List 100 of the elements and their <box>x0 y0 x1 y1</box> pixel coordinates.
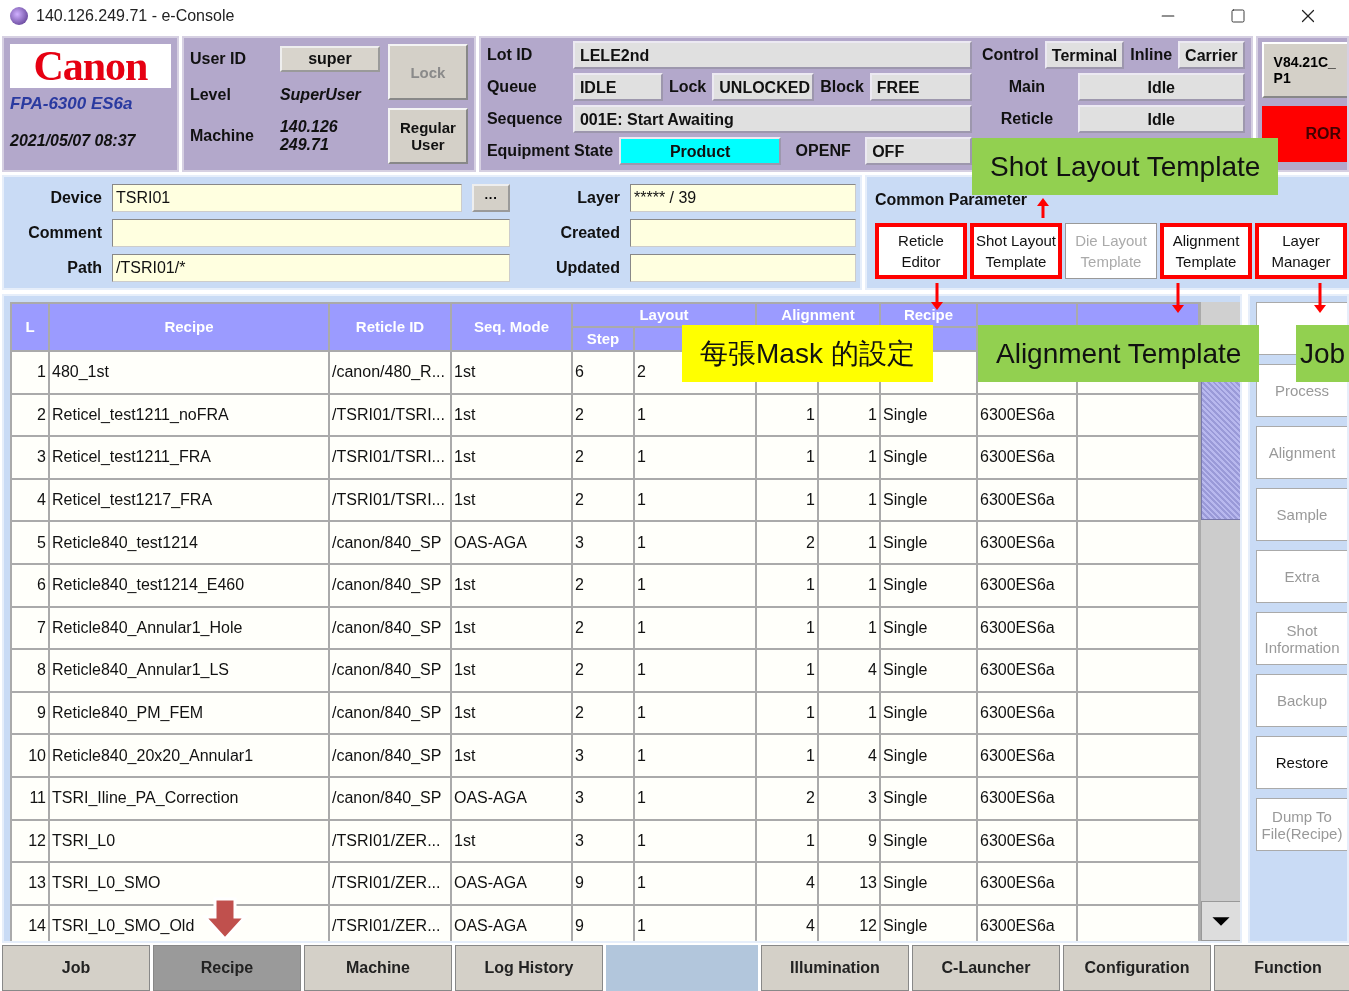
column-header: L <box>11 303 49 351</box>
table-cell: 3 <box>572 734 634 777</box>
table-cell: 6 <box>11 563 49 607</box>
table-cell: 6300ES6a <box>977 606 1077 650</box>
table-cell: 12 <box>11 819 49 863</box>
column-header: Reticle ID <box>329 303 451 351</box>
field-label: Comment <box>27 223 102 242</box>
table-cell: 11 <box>11 776 49 820</box>
table-cell: TSRI_Iline_PA_Correction <box>49 776 329 820</box>
table-cell: 13 <box>11 862 49 905</box>
table-cell: 6300ES6a <box>977 819 1077 863</box>
table-cell: /canon/840_SP <box>329 521 451 564</box>
table-cell: 1 <box>634 904 756 941</box>
table-cell: 6300ES6a <box>977 691 1077 735</box>
table-cell: 13 <box>818 862 880 905</box>
table-cell: Single <box>880 904 977 941</box>
annotation-tooltip: Shot Layout Template <box>972 138 1279 195</box>
table-cell: 1 <box>818 691 880 735</box>
field-label: Lot ID <box>486 46 533 63</box>
table-cell: 2 <box>572 478 634 522</box>
field-label: Device <box>49 188 102 207</box>
table-cell: 1 <box>634 436 756 479</box>
field-value: Idle <box>1077 73 1245 101</box>
table-cell: 1 <box>756 478 818 522</box>
field-label: Equipment State <box>486 142 614 160</box>
table-cell: 2 <box>572 563 634 607</box>
model-name: FPA-6300 ES6a <box>10 94 134 114</box>
table-cell: 8 <box>11 649 49 692</box>
field-label: Updated <box>555 258 620 277</box>
table-cell: 1 <box>756 563 818 607</box>
table-cell: 5 <box>11 521 49 564</box>
table-cell: Reticle840_test1214_E460 <box>49 563 329 607</box>
table-cell: /TSRI01/ZER... <box>329 819 451 863</box>
table-cell: 6300ES6a <box>977 904 1077 941</box>
table-cell: 6300ES6a <box>977 563 1077 607</box>
field-value: super <box>279 46 380 72</box>
table-cell: Reticel_test1211_FRA <box>49 436 329 479</box>
control-mode: Inline <box>1130 46 1173 64</box>
table-cell: 12 <box>818 904 880 941</box>
table-cell: 1st <box>451 819 572 863</box>
table-cell: 3 <box>572 819 634 863</box>
table-cell: Reticle840_20x20_Annular1 <box>49 734 329 777</box>
table-cell: TSRI_L0_SMO <box>49 862 329 905</box>
table-cell: Reticle840_test1214 <box>49 521 329 564</box>
column-header: Seq. Mode <box>451 303 572 351</box>
table-cell: 2 <box>572 649 634 692</box>
table-cell: Reticel_test1217_FRA <box>49 478 329 522</box>
table-cell: /canon/840_SP <box>329 649 451 692</box>
table-cell: 2 <box>572 436 634 479</box>
field-label: Path <box>66 258 102 277</box>
table-cell: Single <box>880 776 977 820</box>
table-cell: 1 <box>818 521 880 564</box>
field-label: Block <box>820 78 864 96</box>
table-cell: /TSRI01/TSRI... <box>329 393 451 437</box>
logo: Canon <box>10 44 171 88</box>
state-value: Product <box>619 137 782 165</box>
table-cell: 1st <box>451 563 572 607</box>
field-value: OFF <box>865 137 972 165</box>
table-cell: /canon/480_R... <box>329 351 451 394</box>
table-cell: /canon/840_SP <box>329 606 451 650</box>
table-cell: 4 <box>11 478 49 522</box>
table-cell: 1 <box>756 819 818 863</box>
field-label: Control <box>981 46 1039 64</box>
table-cell: OAS-AGA <box>451 776 572 820</box>
table-cell: 1 <box>818 563 880 607</box>
table-cell: 3 <box>572 521 634 564</box>
column-header: Recipe <box>49 303 329 351</box>
table-cell: 6300ES6a <box>977 862 1077 905</box>
table-cell: 6300ES6a <box>977 436 1077 479</box>
table-cell: 6300ES6a <box>977 649 1077 692</box>
field-label: Queue <box>486 78 538 96</box>
table-cell: 1 <box>634 478 756 522</box>
field-label: Layer <box>576 188 620 207</box>
table-cell: 9 <box>572 904 634 941</box>
table-cell: Single <box>880 478 977 522</box>
table-cell: 1st <box>451 734 572 777</box>
table-cell: 1 <box>818 606 880 650</box>
table-cell: 2 <box>572 393 634 437</box>
table-cell: 10 <box>11 734 49 777</box>
table-cell: 1 <box>756 606 818 650</box>
table-cell: 1 <box>634 649 756 692</box>
table-cell: 1 <box>756 691 818 735</box>
field-value: IDLE <box>572 73 663 101</box>
table-cell: 9 <box>818 819 880 863</box>
table-cell: 1st <box>451 691 572 735</box>
table-cell: 1st <box>451 649 572 692</box>
table-cell: 1 <box>634 862 756 905</box>
table-cell: 4 <box>756 904 818 941</box>
table-cell: Single <box>880 521 977 564</box>
field-value: Idle <box>1077 105 1245 133</box>
table-cell: Single <box>880 819 977 863</box>
table-cell: 9 <box>11 691 49 735</box>
field-label: User ID <box>189 50 247 68</box>
field-label: Level <box>189 86 232 104</box>
table-cell: 9 <box>572 862 634 905</box>
table-cell: 1 <box>634 776 756 820</box>
table-cell: Reticle840_Annular1_LS <box>49 649 329 692</box>
table-cell: 1 <box>634 819 756 863</box>
table-cell: 3 <box>11 436 49 479</box>
table-cell: OAS-AGA <box>451 521 572 564</box>
